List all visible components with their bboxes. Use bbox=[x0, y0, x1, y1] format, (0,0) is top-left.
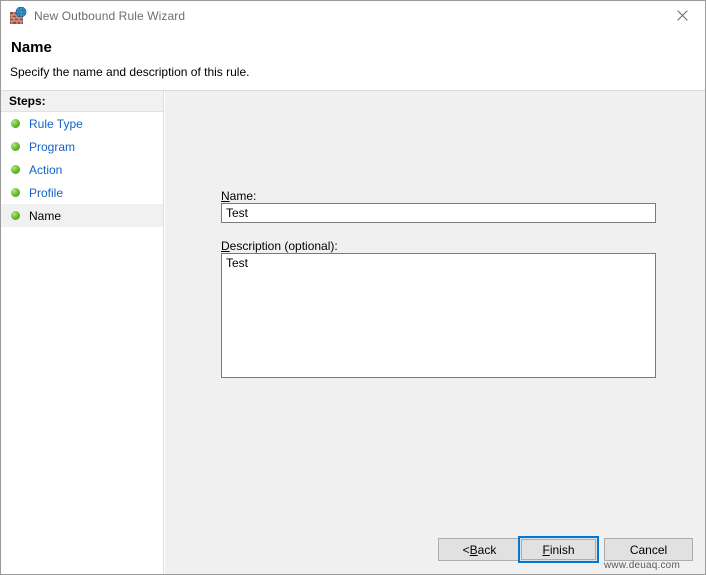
sidebar-item-label: Rule Type bbox=[29, 116, 83, 131]
wizard-window: New Outbound Rule Wizard Name Specify th… bbox=[0, 0, 706, 575]
steps-heading-bar: Steps: bbox=[1, 91, 163, 112]
close-icon[interactable] bbox=[659, 1, 705, 30]
description-field-label: Description (optional): bbox=[221, 239, 338, 253]
cancel-label: Cancel bbox=[629, 542, 668, 557]
sidebar-item-name[interactable]: Name bbox=[1, 204, 163, 227]
description-accel-char: D bbox=[221, 239, 230, 253]
green-bullet-icon bbox=[11, 142, 20, 151]
green-bullet-icon bbox=[11, 119, 20, 128]
sidebar-item-label: Name bbox=[29, 208, 62, 223]
green-bullet-icon bbox=[11, 165, 20, 174]
name-field-label: Name: bbox=[221, 189, 256, 203]
description-textarea[interactable] bbox=[221, 253, 656, 378]
window-title: New Outbound Rule Wizard bbox=[34, 8, 186, 23]
firewall-wall-globe-icon bbox=[9, 6, 27, 25]
sidebar-item-label: Action bbox=[29, 162, 63, 177]
name-input[interactable] bbox=[221, 203, 656, 223]
description-label-rest: escription (optional): bbox=[229, 239, 338, 253]
finish-button-focus-ring: Finish bbox=[518, 536, 599, 563]
sidebar-item-rule-type[interactable]: Rule Type bbox=[1, 112, 163, 135]
green-bullet-icon bbox=[11, 188, 20, 197]
title-bar: New Outbound Rule Wizard bbox=[1, 1, 705, 30]
page-title: Name bbox=[11, 39, 52, 56]
finish-label-rest: inish bbox=[549, 542, 575, 557]
name-accel-char: N bbox=[221, 189, 230, 203]
green-bullet-icon bbox=[11, 211, 20, 220]
finish-button[interactable]: Finish bbox=[521, 539, 596, 560]
back-button[interactable]: < Back bbox=[438, 538, 521, 561]
back-label-rest: ack bbox=[477, 542, 497, 557]
steps-list: Rule Type Program Action Profile Name bbox=[1, 112, 163, 227]
name-label-rest: ame: bbox=[229, 189, 257, 203]
finish-accel-char: F bbox=[542, 542, 550, 557]
steps-heading: Steps: bbox=[9, 94, 46, 108]
sidebar-item-label: Profile bbox=[29, 185, 64, 200]
sidebar-item-label: Program bbox=[29, 139, 76, 154]
back-accel-char: B bbox=[469, 542, 478, 557]
back-prefix: < bbox=[462, 542, 470, 557]
sidebar-item-profile[interactable]: Profile bbox=[1, 181, 163, 204]
cancel-button[interactable]: Cancel bbox=[604, 538, 693, 561]
steps-sidebar: Steps: Rule Type Program Action Profile … bbox=[1, 91, 164, 574]
sidebar-item-program[interactable]: Program bbox=[1, 135, 163, 158]
sidebar-item-action[interactable]: Action bbox=[1, 158, 163, 181]
content-pane: Name: Description (optional): < Back Fin… bbox=[165, 91, 705, 574]
page-header: Name Specify the name and description of… bbox=[1, 30, 705, 91]
watermark: www.deuaq.com bbox=[604, 560, 680, 571]
page-subtitle: Specify the name and description of this… bbox=[10, 65, 250, 79]
